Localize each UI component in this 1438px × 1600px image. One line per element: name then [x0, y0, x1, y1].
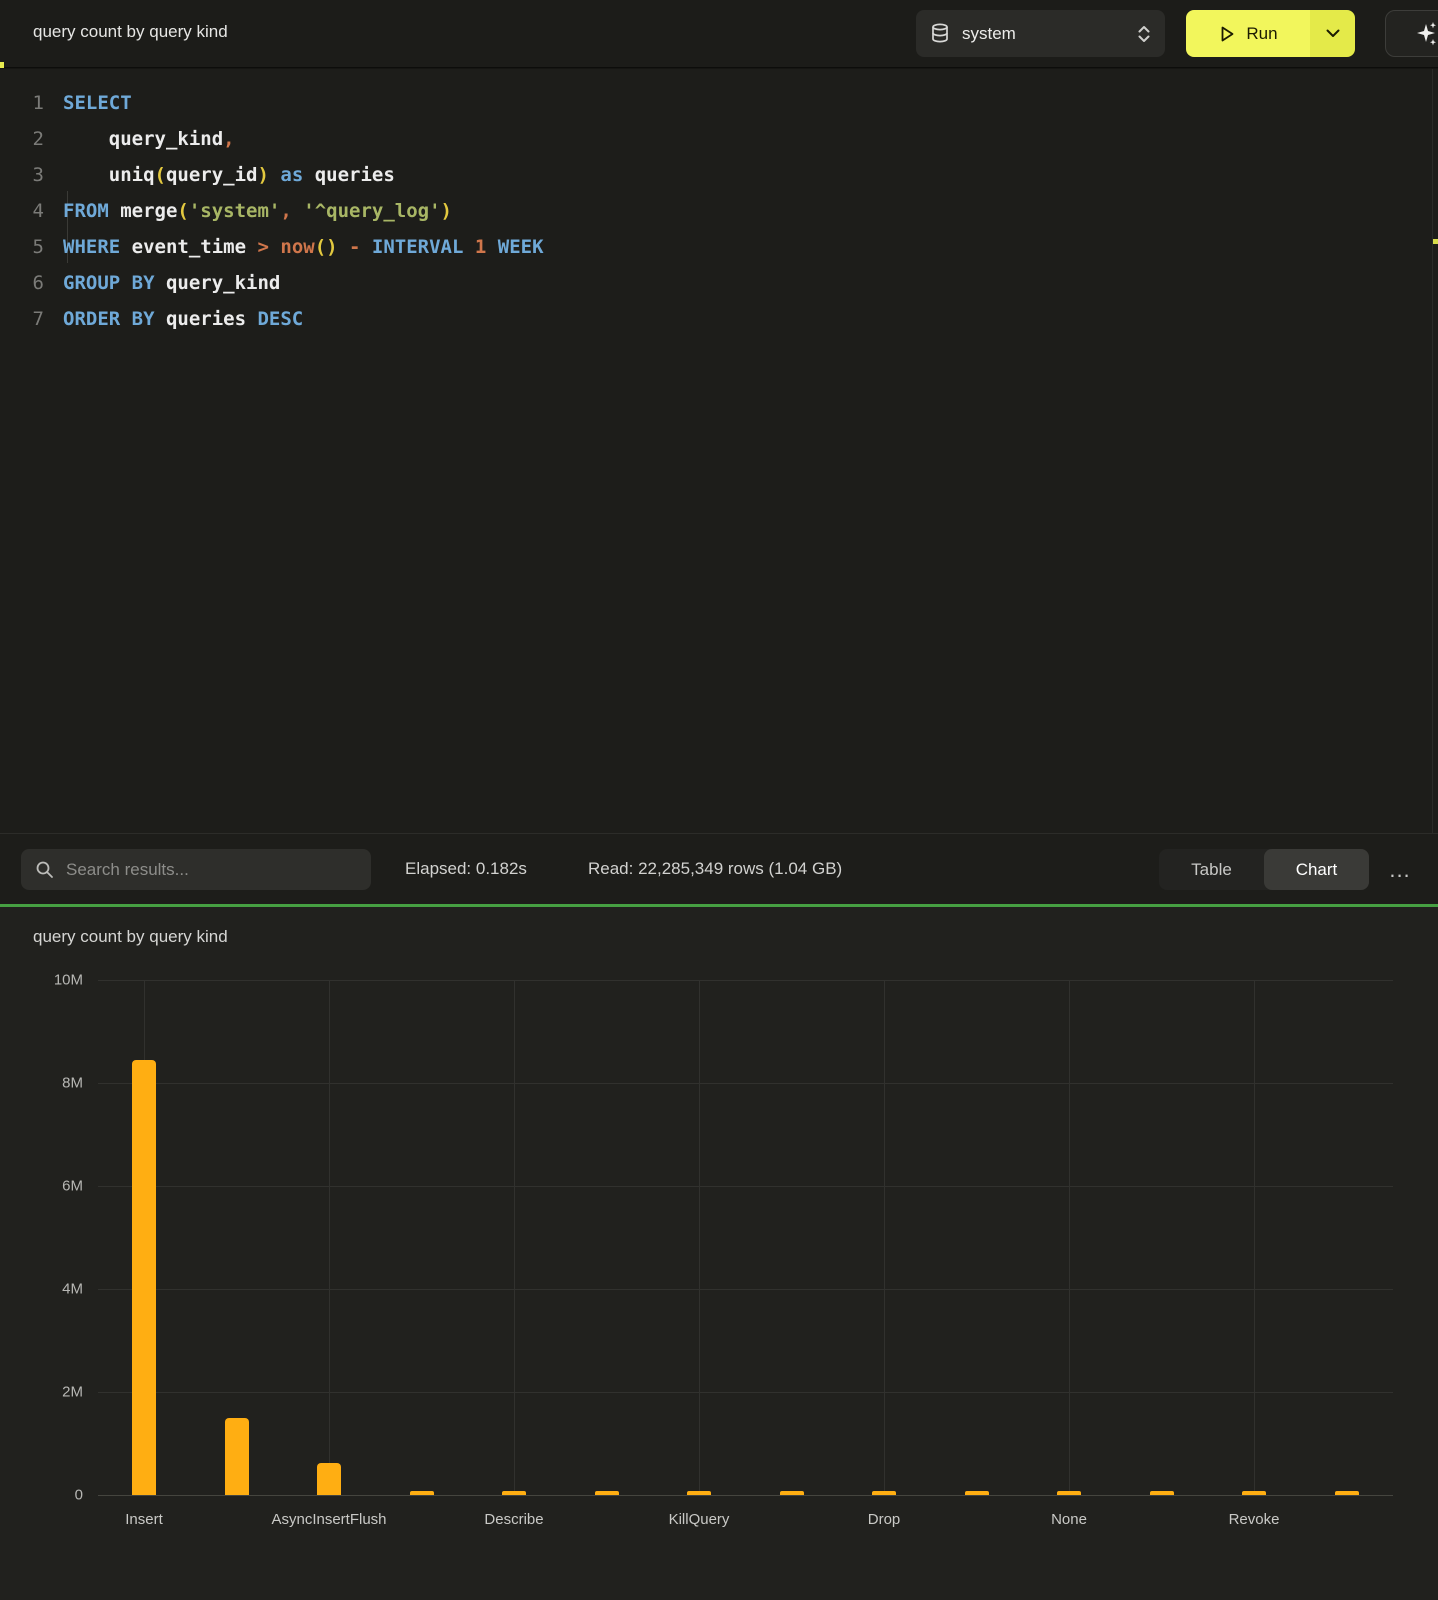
line-number: 3	[0, 157, 44, 193]
code-text: WHERE event_time > now() - INTERVAL 1 WE…	[44, 229, 544, 265]
run-button[interactable]: Run	[1186, 10, 1310, 57]
database-selector[interactable]: system	[916, 10, 1165, 57]
line-number: 2	[0, 121, 44, 157]
database-selector-value: system	[962, 24, 1137, 44]
sql-editor[interactable]: 1SELECT2 query_kind,3 uniq(query_id) as …	[0, 69, 1438, 833]
gridline-horizontal	[98, 1289, 1393, 1290]
code-text: query_kind,	[44, 121, 235, 157]
bar-Insert[interactable]	[132, 1060, 156, 1495]
updown-chevron-icon	[1137, 24, 1151, 44]
x-axis-tick-label: AsyncInsertFlush	[271, 1511, 386, 1528]
view-toggle: Table Chart	[1159, 849, 1369, 890]
tab-table[interactable]: Table	[1159, 849, 1264, 890]
bar-AsyncInsertFlush[interactable]	[317, 1463, 341, 1495]
code-text: GROUP BY query_kind	[44, 265, 280, 301]
y-axis-tick-label: 2M	[23, 1384, 83, 1401]
gridline-vertical	[884, 980, 885, 1495]
code-lines: 1SELECT2 query_kind,3 uniq(query_id) as …	[0, 85, 1400, 337]
y-axis-tick-label: 10M	[23, 972, 83, 989]
search-icon	[35, 860, 54, 879]
bar-chart: 0 2M 4M 6M 8M 10M Insert AsyncInsertFlush Descri…	[0, 907, 1438, 1600]
gridline-horizontal	[98, 1083, 1393, 1084]
sparkle-icon	[1414, 21, 1438, 47]
read-stat: Read: 22,285,349 rows (1.04 GB)	[588, 859, 842, 879]
code-line[interactable]: 4FROM merge('system', '^query_log')	[0, 193, 1400, 229]
ai-assist-button[interactable]	[1385, 10, 1438, 57]
search-box[interactable]	[21, 849, 371, 890]
bar-category-2[interactable]	[225, 1418, 249, 1495]
editor-left-marker	[0, 62, 4, 68]
bar-KillQuery[interactable]	[687, 1491, 711, 1495]
x-axis-tick-label: KillQuery	[669, 1511, 730, 1528]
run-options-button[interactable]	[1310, 10, 1355, 57]
y-axis-tick-label: 4M	[23, 1281, 83, 1298]
line-number: 6	[0, 265, 44, 301]
gridline-horizontal	[98, 1186, 1393, 1187]
x-axis-tick-label: Describe	[484, 1511, 543, 1528]
code-text: uniq(query_id) as queries	[44, 157, 395, 193]
code-line[interactable]: 3 uniq(query_id) as queries	[0, 157, 1400, 193]
line-number: 4	[0, 193, 44, 229]
x-axis-tick-label: Revoke	[1229, 1511, 1280, 1528]
gridline-horizontal	[98, 980, 1393, 981]
x-axis-tick-label: Insert	[125, 1511, 163, 1528]
play-icon	[1218, 25, 1236, 43]
bar-category-10[interactable]	[965, 1491, 989, 1495]
code-line[interactable]: 1SELECT	[0, 85, 1400, 121]
search-input[interactable]	[66, 860, 336, 880]
run-split-button: Run	[1186, 10, 1355, 57]
y-axis-tick-label: 6M	[23, 1178, 83, 1195]
more-options-button[interactable]: ...	[1382, 852, 1418, 888]
code-text: SELECT	[44, 85, 132, 121]
gridline-vertical	[1069, 980, 1070, 1495]
bar-category-14[interactable]	[1335, 1491, 1359, 1495]
query-title: query count by query kind	[33, 22, 228, 42]
line-number: 1	[0, 85, 44, 121]
line-number: 5	[0, 229, 44, 265]
bar-Describe[interactable]	[502, 1491, 526, 1495]
gridline-vertical	[514, 980, 515, 1495]
bar-Drop[interactable]	[872, 1491, 896, 1495]
code-line[interactable]: 6GROUP BY query_kind	[0, 265, 1400, 301]
gridline-horizontal	[98, 1392, 1393, 1393]
x-axis-line	[98, 1495, 1393, 1496]
gridline-vertical	[329, 980, 330, 1495]
code-text: ORDER BY queries DESC	[44, 301, 303, 337]
database-icon	[930, 23, 950, 45]
code-line[interactable]: 7ORDER BY queries DESC	[0, 301, 1400, 337]
bar-category-6[interactable]	[595, 1491, 619, 1495]
bar-None[interactable]	[1057, 1491, 1081, 1495]
top-toolbar: query count by query kind system Run	[0, 0, 1438, 68]
editor-scrollbar-gutter[interactable]	[1432, 69, 1433, 833]
y-axis-tick-label: 8M	[23, 1075, 83, 1092]
gridline-vertical	[699, 980, 700, 1495]
x-axis-tick-label: Drop	[868, 1511, 901, 1528]
x-axis-tick-label: None	[1051, 1511, 1087, 1528]
code-line[interactable]: 2 query_kind,	[0, 121, 1400, 157]
chevron-down-icon	[1326, 29, 1340, 38]
results-toolbar: Elapsed: 0.182s Read: 22,285,349 rows (1…	[0, 833, 1438, 904]
chart-panel: query count by query kind 02M4M6M8M10MIn…	[0, 907, 1438, 1600]
bar-category-4[interactable]	[410, 1491, 434, 1495]
bar-Revoke[interactable]	[1242, 1491, 1266, 1495]
gridline-vertical	[1254, 980, 1255, 1495]
code-line[interactable]: 5WHERE event_time > now() - INTERVAL 1 W…	[0, 229, 1400, 265]
tab-chart[interactable]: Chart	[1264, 849, 1369, 890]
code-text: FROM merge('system', '^query_log')	[44, 193, 452, 229]
scrollbar-highlight-marker	[1433, 239, 1438, 244]
run-button-label: Run	[1246, 24, 1277, 44]
y-axis-tick-label: 0	[23, 1487, 83, 1504]
bar-category-12[interactable]	[1150, 1491, 1174, 1495]
line-number: 7	[0, 301, 44, 337]
elapsed-stat: Elapsed: 0.182s	[405, 859, 527, 879]
bar-category-8[interactable]	[780, 1491, 804, 1495]
